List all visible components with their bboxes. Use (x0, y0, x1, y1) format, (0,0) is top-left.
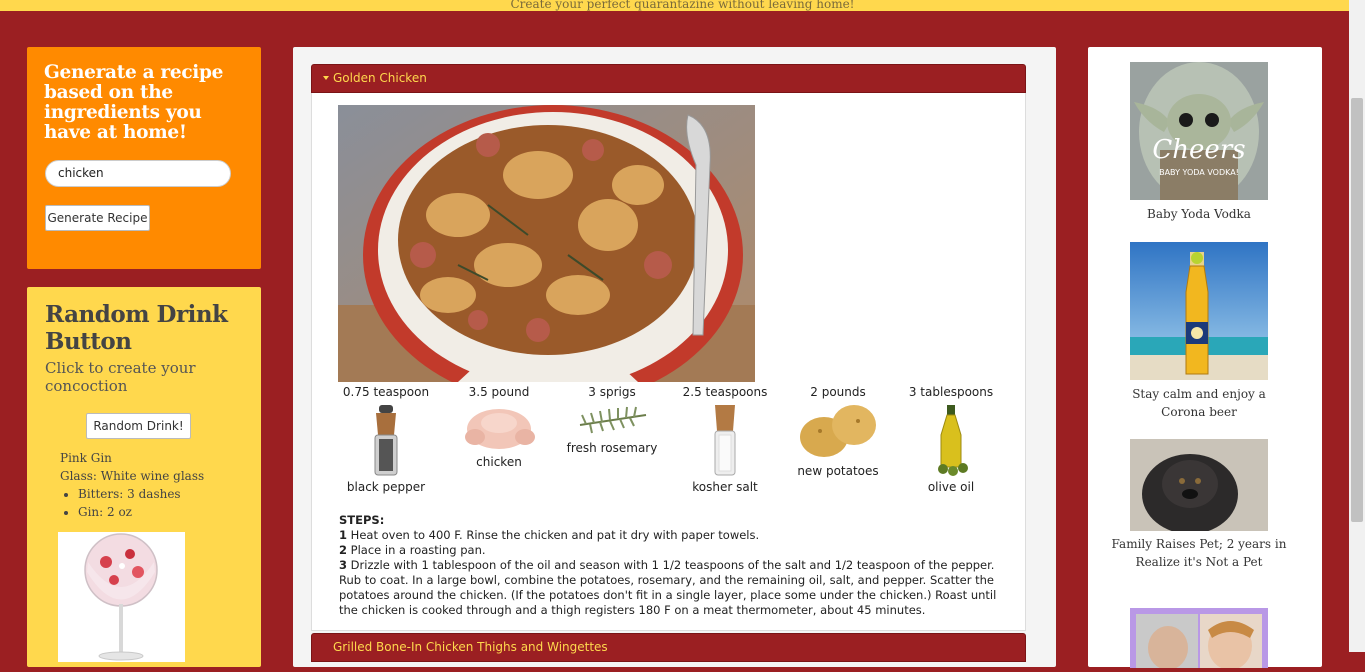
random-drink-button[interactable]: Random Drink! (86, 413, 191, 439)
ad-image-next[interactable] (1130, 608, 1268, 670)
caret-down-icon (323, 76, 329, 80)
ingredient-quantity: 3 tablespoons (908, 385, 994, 399)
ingredient-item: 3.5 pound chicken (443, 385, 555, 495)
step-number: 2 (339, 543, 348, 557)
generator-title: Generate a recipe based on the ingredien… (44, 62, 224, 143)
recipe-generator-panel: Generate a recipe based on the ingredien… (27, 47, 261, 269)
ingredient-quantity: 2 pounds (810, 385, 866, 399)
drink-name: Pink Gin (60, 451, 112, 465)
random-drink-panel: Random Drink Button Click to create your… (27, 287, 261, 667)
salt-grinder-icon (669, 405, 781, 480)
generate-recipe-button[interactable]: Generate Recipe (45, 205, 150, 231)
drink-photo (58, 532, 185, 662)
potatoes-icon (782, 401, 894, 464)
recipe-results-panel: Golden Chicken 0.75 teaspoon black peppe… (293, 47, 1056, 667)
ad-image-baby-yoda[interactable]: Cheers BABY YODA VODKA! (1130, 62, 1268, 202)
pepper-grinder-icon (330, 405, 442, 480)
banner-tagline: Create your perfect quarantazine without… (510, 0, 855, 11)
ingredients-search-input[interactable]: chicken (45, 160, 231, 187)
ad-caption[interactable]: Baby Yoda Vodka (1110, 205, 1288, 223)
ingredient-item: 3 sprigs fresh rosemary (556, 385, 668, 495)
recipe-accordion-header[interactable]: Golden Chicken (311, 64, 1026, 93)
ingredient-name: olive oil (927, 480, 975, 494)
ingredient-quantity: 3.5 pound (468, 385, 530, 399)
ad-overlay-subtitle: BABY YODA VODKA! (1159, 168, 1239, 177)
ingredient-name: kosher salt (692, 480, 758, 494)
ingredient-quantity: 0.75 teaspoon (342, 385, 430, 399)
ingredient-name: chicken (476, 455, 522, 469)
raw-chicken-icon (443, 405, 555, 458)
drink-ingredient: Bitters: 3 dashes (78, 485, 250, 503)
ad-caption[interactable]: Family Raises Pet; 2 years in Realize it… (1110, 535, 1288, 571)
random-drink-subtitle: Click to create your concoction (45, 359, 196, 395)
drink-glass: Glass: White wine glass (60, 469, 205, 483)
olive-oil-bottle-icon (895, 405, 1007, 480)
random-drink-title: Random Drink Button (45, 301, 228, 355)
drink-ingredient: Gin: 2 oz (78, 503, 250, 521)
ad-image-pet[interactable] (1130, 439, 1268, 534)
step-number: 3 (339, 558, 348, 572)
steps-label: STEPS: (339, 513, 385, 527)
step-text: Heat oven to 400 F. Rinse the chicken an… (347, 528, 760, 542)
step-number: 1 (339, 528, 348, 542)
drink-ingredient-list: Bitters: 3 dashes Gin: 2 oz (60, 485, 250, 521)
top-banner: Create your perfect quarantazine without… (0, 0, 1365, 11)
sponsored-sidebar: Cheers BABY YODA VODKA! Baby Yoda Vodka … (1088, 47, 1322, 670)
page-scrollbar-thumb[interactable] (1351, 98, 1363, 522)
ingredient-item: 3 tablespoons olive oil (895, 385, 1007, 495)
ingredient-name: fresh rosemary (566, 441, 658, 455)
recipe-steps: STEPS: 1 Heat oven to 400 F. Rinse the c… (339, 513, 999, 618)
rosemary-icon (556, 403, 668, 438)
ad-caption[interactable]: Stay calm and enjoy a Corona beer (1110, 385, 1288, 421)
ad-overlay-title: Cheers (1152, 135, 1245, 165)
drink-details: Pink Gin Glass: White wine glass Bitters… (60, 449, 250, 521)
ingredient-name: new potatoes (797, 464, 879, 478)
step-text: Place in a roasting pan. (347, 543, 486, 557)
step-text: Drizzle with 1 tablespoon of the oil and… (339, 558, 997, 617)
ingredient-quantity: 3 sprigs (588, 385, 636, 399)
recipe-photo (338, 105, 755, 405)
ingredient-quantity: 2.5 teaspoons (682, 385, 768, 399)
ingredient-item: 2.5 teaspoons kosher salt (669, 385, 781, 495)
ingredient-name: black pepper (346, 480, 426, 494)
ad-image-corona[interactable] (1130, 242, 1268, 380)
recipe-accordion-body: 0.75 teaspoon black pepper 3.5 pound chi… (311, 93, 1026, 631)
recipe-accordion-header[interactable]: Grilled Bone-In Chicken Thighs and Winge… (311, 633, 1026, 662)
ingredient-item: 2 pounds new potatoes (782, 385, 894, 495)
ingredient-item: 0.75 teaspoon black pepper (330, 385, 442, 495)
recipe-title: Golden Chicken (333, 71, 427, 85)
